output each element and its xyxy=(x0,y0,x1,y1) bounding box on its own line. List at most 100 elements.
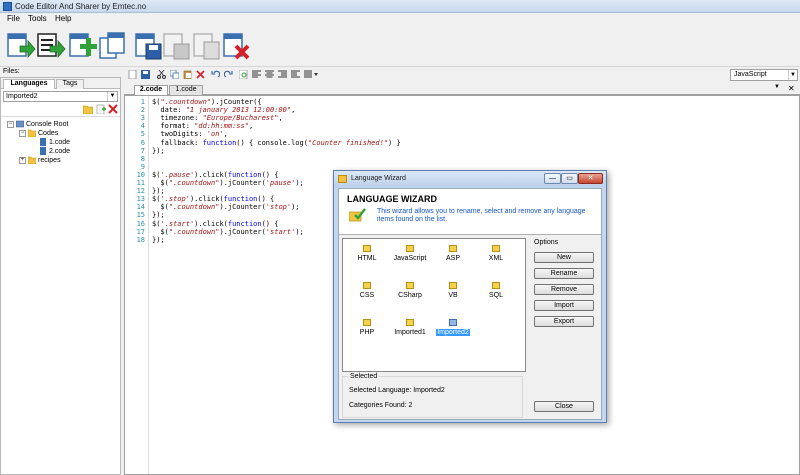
outdent-icon[interactable] xyxy=(291,70,300,79)
language-folder-icon xyxy=(406,319,414,326)
language-item-label: SQL xyxy=(488,292,503,299)
indent-icon[interactable] xyxy=(278,70,287,79)
save-icon[interactable] xyxy=(134,30,164,62)
tree-node-file2[interactable]: 2.code xyxy=(39,147,70,155)
language-item-label: PHP xyxy=(359,329,375,336)
language-item[interactable]: VB xyxy=(433,282,473,304)
string-token: '.pause' xyxy=(160,170,195,179)
cut-icon[interactable] xyxy=(157,70,166,79)
code-token: () { console.log( xyxy=(236,138,308,147)
language-item[interactable]: XML xyxy=(476,245,516,267)
menu-help[interactable]: Help xyxy=(55,14,71,23)
menu-tools[interactable]: Tools xyxy=(28,14,47,23)
align-center-icon[interactable] xyxy=(265,70,274,79)
language-folder-icon xyxy=(492,282,500,289)
minimize-button[interactable]: — xyxy=(544,173,561,184)
copy-file-icon[interactable] xyxy=(98,30,128,62)
share-icon[interactable] xyxy=(36,30,66,62)
line-number: 2 xyxy=(140,106,145,115)
code-token: $( xyxy=(152,203,169,212)
language-item[interactable]: JavaScript xyxy=(390,245,430,267)
language-folder-icon xyxy=(492,245,500,252)
tree-node-codes[interactable]: Codes xyxy=(28,129,58,137)
string-token: 'stop' xyxy=(265,203,292,212)
language-item[interactable]: CSharp xyxy=(390,282,430,304)
folder-icon[interactable] xyxy=(83,104,93,114)
string-token: ".countdown" xyxy=(168,203,220,212)
code-token: $( xyxy=(152,227,169,236)
code-token: () { xyxy=(261,219,279,228)
close-window-button[interactable]: ✕ xyxy=(578,173,603,184)
new-button[interactable]: New xyxy=(534,252,594,263)
code-token: ).jCounter({ xyxy=(211,98,262,106)
selection-info: Selected Selected Language: Imported2 Ca… xyxy=(342,373,523,418)
expand-icon[interactable]: + xyxy=(19,157,26,164)
find-icon[interactable] xyxy=(239,70,248,79)
code-token: $( xyxy=(152,179,169,187)
delete-icon[interactable] xyxy=(108,104,118,114)
files-panel: Languages Tags Imported2 ▼ − Console Roo… xyxy=(0,77,121,475)
open-file-icon[interactable] xyxy=(6,30,36,62)
tree-node-file1[interactable]: 1.code xyxy=(39,138,70,146)
menu-file[interactable]: File xyxy=(7,14,20,23)
code-line: }); xyxy=(152,147,165,155)
new-file-icon[interactable] xyxy=(68,30,98,62)
language-select[interactable]: Imported2 ▼ xyxy=(3,91,118,102)
line-number: 6 xyxy=(140,138,145,147)
align-left-icon[interactable] xyxy=(252,70,261,79)
new-doc-icon[interactable] xyxy=(128,70,137,79)
language-folder-icon xyxy=(449,282,457,289)
undo-icon[interactable] xyxy=(211,70,220,79)
selected-title: Selected xyxy=(348,373,380,380)
code-file-icon xyxy=(40,138,46,146)
language-item[interactable]: HTML xyxy=(347,245,387,267)
language-item[interactable]: ASP xyxy=(433,245,473,267)
language-item[interactable]: SQL xyxy=(476,282,516,304)
language-folder-icon xyxy=(449,245,457,252)
close-tab-icon[interactable]: ✕ xyxy=(788,84,795,93)
rename-button[interactable]: Rename xyxy=(534,268,594,279)
code-token: ).click( xyxy=(194,219,228,228)
close-button[interactable]: Close xyxy=(534,401,594,412)
tab-2-code[interactable]: 2.code xyxy=(134,85,168,95)
language-item[interactable]: Imported2 xyxy=(433,319,473,341)
line-number: 11 xyxy=(136,179,145,187)
tab-list-icon[interactable]: ▼ xyxy=(774,84,780,90)
dialog-title-bar: Language Wizard — ▭ ✕ xyxy=(334,171,606,187)
redo-icon[interactable] xyxy=(224,70,233,79)
duplicate-icon[interactable] xyxy=(192,30,222,62)
tree-node-root[interactable]: Console Root xyxy=(16,120,68,128)
language-item-label: Imported2 xyxy=(436,329,470,336)
line-number: 16 xyxy=(136,219,145,228)
tab-tags[interactable]: Tags xyxy=(56,79,84,89)
language-item[interactable]: CSS xyxy=(347,282,387,304)
line-number: 13 xyxy=(136,195,145,204)
tab-1-code[interactable]: 1.code xyxy=(169,85,203,95)
tab-languages[interactable]: Languages xyxy=(3,79,55,89)
chevron-down-icon: ▼ xyxy=(788,70,797,80)
collapse-icon[interactable]: − xyxy=(19,130,26,137)
save-icon[interactable] xyxy=(141,70,150,79)
delete-icon[interactable] xyxy=(196,70,205,79)
delete-file-icon[interactable] xyxy=(222,30,252,62)
import-button[interactable]: Import xyxy=(534,300,594,311)
new-item-icon[interactable] xyxy=(96,104,106,114)
language-item[interactable]: PHP xyxy=(347,319,387,341)
copy-icon[interactable] xyxy=(170,70,179,79)
remove-button[interactable]: Remove xyxy=(534,284,594,295)
code-token: }); xyxy=(152,211,165,220)
format-menu-icon[interactable] xyxy=(304,70,318,79)
save-all-icon[interactable] xyxy=(162,30,192,62)
export-button[interactable]: Export xyxy=(534,316,594,327)
tree-node-recipes[interactable]: recipes xyxy=(28,156,61,164)
code-line: $('.start').click(function() { xyxy=(152,220,278,228)
paste-icon[interactable] xyxy=(183,70,192,79)
collapse-icon[interactable]: − xyxy=(7,121,14,128)
string-token: ".countdown" xyxy=(168,179,220,187)
code-token: , xyxy=(223,130,228,139)
maximize-button[interactable]: ▭ xyxy=(561,173,578,184)
language-item[interactable]: Imported1 xyxy=(390,319,430,341)
title-bar: Code Editor And Sharer by Emtec.no xyxy=(0,0,800,13)
syntax-language-select[interactable]: JavaScript ▼ xyxy=(730,69,798,81)
code-token: ).click( xyxy=(189,195,224,204)
